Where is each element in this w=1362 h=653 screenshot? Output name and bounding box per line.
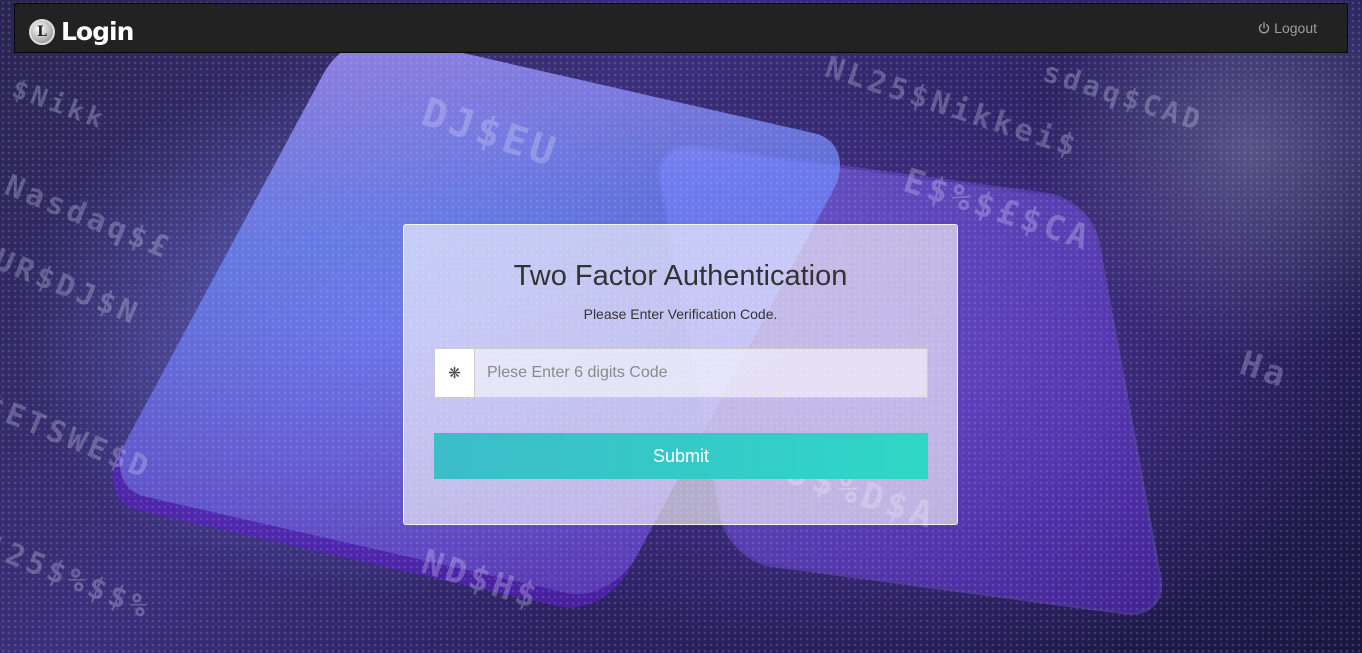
brand-logo-icon: L (29, 19, 55, 45)
top-navbar: L Login Logout (14, 3, 1348, 53)
submit-button[interactable]: Submit (434, 433, 928, 479)
panel-subtitle: Please Enter Verification Code. (583, 306, 778, 322)
asterisk-icon: ❋ (434, 348, 474, 398)
brand-title: Login (61, 17, 134, 46)
verification-code-input[interactable] (474, 348, 928, 398)
brand[interactable]: L Login (29, 17, 134, 46)
two-factor-panel: Two Factor Authentication Please Enter V… (403, 224, 958, 525)
panel-title: Two Factor Authentication (513, 260, 848, 292)
power-icon (1259, 22, 1270, 34)
logout-link[interactable]: Logout (1258, 20, 1317, 36)
verification-code-group: ❋ (434, 348, 928, 398)
brand-logo-letter: L (37, 24, 47, 40)
logout-label: Logout (1274, 20, 1317, 36)
